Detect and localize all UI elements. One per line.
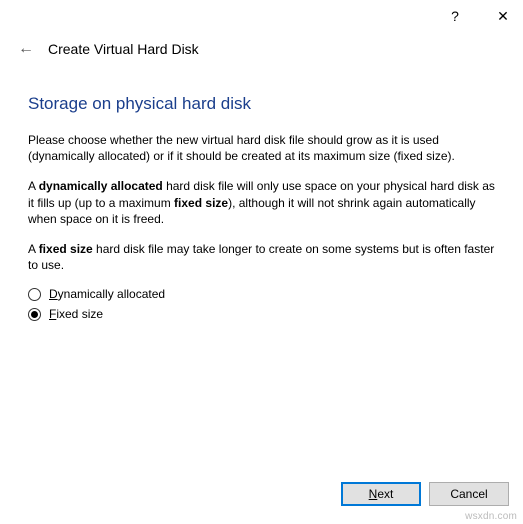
mnemonic: D xyxy=(49,287,58,301)
cancel-button[interactable]: Cancel xyxy=(429,482,509,506)
radio-dynamically-allocated[interactable]: Dynamically allocated xyxy=(28,287,495,301)
radio-label: Fixed size xyxy=(49,307,103,321)
text: A xyxy=(28,242,39,256)
wizard-header: ← Create Virtual Hard Disk xyxy=(0,32,523,74)
bold-text: dynamically allocated xyxy=(39,179,163,193)
section-title: Storage on physical hard disk xyxy=(28,94,495,114)
text: hard disk file may take longer to create… xyxy=(28,242,494,272)
watermark: wsxdn.com xyxy=(465,511,517,522)
bold-text: fixed size xyxy=(39,242,93,256)
storage-type-radio-group: Dynamically allocated Fixed size xyxy=(28,287,495,321)
help-button[interactable]: ? xyxy=(443,4,467,28)
radio-icon xyxy=(28,308,41,321)
text: A xyxy=(28,179,39,193)
titlebar: ? ✕ xyxy=(0,0,523,32)
text: ext xyxy=(377,487,393,501)
radio-label: Dynamically allocated xyxy=(49,287,165,301)
wizard-footer: Next Cancel xyxy=(341,482,509,506)
fixed-paragraph: A fixed size hard disk file may take lon… xyxy=(28,241,495,273)
radio-fixed-size[interactable]: Fixed size xyxy=(28,307,495,321)
content-area: Storage on physical hard disk Please cho… xyxy=(0,94,523,321)
intro-paragraph: Please choose whether the new virtual ha… xyxy=(28,132,495,164)
bold-text: fixed size xyxy=(174,196,228,210)
back-arrow-icon[interactable]: ← xyxy=(16,40,36,58)
text: ixed size xyxy=(56,307,103,321)
close-button[interactable]: ✕ xyxy=(491,4,515,28)
dynamic-paragraph: A dynamically allocated hard disk file w… xyxy=(28,178,495,227)
text: ynamically allocated xyxy=(58,287,165,301)
next-button[interactable]: Next xyxy=(341,482,421,506)
radio-icon xyxy=(28,288,41,301)
page-title: Create Virtual Hard Disk xyxy=(48,41,199,57)
